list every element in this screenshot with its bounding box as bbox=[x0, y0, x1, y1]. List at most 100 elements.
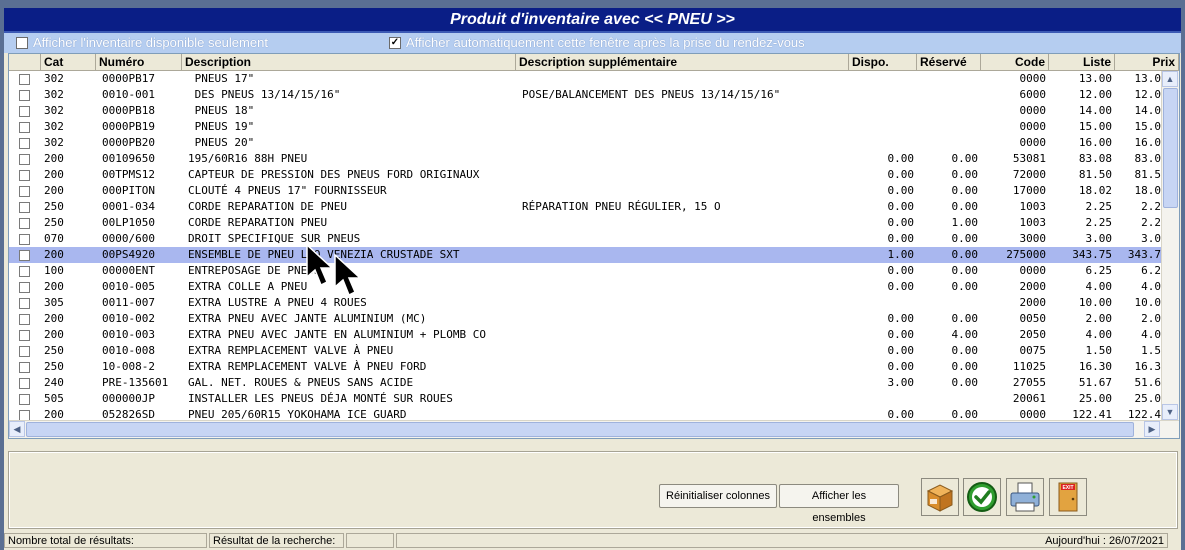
table-row[interactable]: 070 0000/600 DROIT SPECIFIQUE SUR PNEUS 0.0… bbox=[9, 231, 1161, 247]
row-checkbox[interactable] bbox=[19, 266, 30, 277]
cell-num: 0010-003 bbox=[102, 328, 155, 341]
cell-cat: 070 bbox=[44, 232, 64, 245]
scroll-down-button[interactable]: ▼ bbox=[1162, 404, 1178, 420]
table-row[interactable]: 302 0000PB19 PNEUS 19" 0000 15.00 15.0 bbox=[9, 119, 1161, 135]
cell-cat: 250 bbox=[44, 200, 64, 213]
column-header-reserve[interactable]: Réservé bbox=[917, 54, 981, 70]
column-header-liste[interactable]: Liste bbox=[1049, 54, 1115, 70]
accept-button[interactable] bbox=[963, 478, 1001, 516]
table-row[interactable]: 250 0010-008 EXTRA REMPLACEMENT VALVE À PN… bbox=[9, 343, 1161, 359]
row-checkbox[interactable] bbox=[19, 106, 30, 117]
table-row[interactable]: 302 0000PB18 PNEUS 18" 0000 14.00 14.0 bbox=[9, 103, 1161, 119]
cell-reserve bbox=[917, 71, 978, 87]
table-row[interactable]: 200 00109650 195/60R16 88H PNEU 0.00 0.00 530… bbox=[9, 151, 1161, 167]
exit-button[interactable]: EXIT bbox=[1049, 478, 1087, 516]
horizontal-scrollbar[interactable]: ◀ ▶ bbox=[9, 420, 1179, 438]
cell-num: 0010-008 bbox=[102, 344, 155, 357]
column-header-code[interactable]: Code bbox=[981, 54, 1049, 70]
cell-num: 00109650 bbox=[102, 152, 155, 165]
table-row[interactable]: 250 10-008-2 EXTRA REMPLACEMENT VALVE À PN… bbox=[9, 359, 1161, 375]
cell-desc2 bbox=[522, 151, 847, 167]
printer-icon bbox=[1010, 482, 1040, 512]
cell-prix: 4.0 bbox=[1141, 328, 1161, 341]
row-checkbox[interactable] bbox=[19, 298, 30, 309]
show-sets-button[interactable]: Afficher les ensembles bbox=[779, 484, 899, 524]
vertical-scrollbar[interactable]: ▲ ▼ bbox=[1161, 71, 1179, 420]
cell-desc: CLOUTÉ 4 PNEUS 17" FOURNISSEUR bbox=[188, 184, 387, 197]
cell-cat: 302 bbox=[44, 72, 64, 85]
cell-desc: EXTRA REMPLACEMENT VALVE À PNEU bbox=[188, 344, 394, 357]
cell-reserve: 0.00 bbox=[951, 264, 979, 277]
cell-desc: PNEUS 20" bbox=[188, 136, 255, 149]
cell-desc: 195/60R16 88H PNEU bbox=[188, 152, 308, 165]
row-checkbox[interactable] bbox=[19, 202, 30, 213]
row-checkbox[interactable] bbox=[19, 138, 30, 149]
column-header-cat[interactable]: Cat bbox=[41, 54, 96, 70]
row-checkbox[interactable] bbox=[19, 250, 30, 261]
cell-num: 0000PB20 bbox=[102, 136, 155, 149]
row-checkbox[interactable] bbox=[19, 74, 30, 85]
cell-dispo bbox=[849, 103, 914, 119]
cell-prix: 2.0 bbox=[1141, 312, 1161, 325]
auto-show-option[interactable]: ✓ Afficher automatiquement cette fenêtre … bbox=[389, 36, 805, 51]
package-button[interactable] bbox=[921, 478, 959, 516]
cell-prix: 81.5 bbox=[1134, 168, 1162, 181]
table-row[interactable]: 200 000PITON CLOUTÉ 4 PNEUS 17" FOURNISSEU… bbox=[9, 183, 1161, 199]
row-checkbox[interactable] bbox=[19, 362, 30, 373]
reset-columns-button[interactable]: Réinitialiser colonnes bbox=[659, 484, 777, 508]
column-header-description[interactable]: Description bbox=[182, 54, 516, 70]
table-row[interactable]: 302 0000PB20 PNEUS 20" 0000 16.00 16.0 bbox=[9, 135, 1161, 151]
table-row[interactable]: 200 0010-003 EXTRA PNEU AVEC JANTE EN ALUM… bbox=[9, 327, 1161, 343]
cell-prix: 10.0 bbox=[1134, 296, 1162, 309]
cell-code: 72000 bbox=[1012, 168, 1046, 181]
table-row[interactable]: 305 0011-007 EXTRA LUSTRE A PNEU 4 ROUES 20… bbox=[9, 295, 1161, 311]
table-row[interactable]: 200 0010-005 EXTRA COLLE A PNEU 0.00 0.00 200… bbox=[9, 279, 1161, 295]
row-checkbox[interactable] bbox=[19, 314, 30, 325]
row-checkbox[interactable] bbox=[19, 378, 30, 389]
table-row[interactable]: 240 PRE-135601 GAL. NET. ROUES & PNEUS SAN… bbox=[9, 375, 1161, 391]
column-header-description-supp[interactable]: Description supplémentaire bbox=[516, 54, 849, 70]
available-only-option[interactable]: Afficher l'inventaire disponible seuleme… bbox=[16, 36, 268, 51]
table-row[interactable]: 302 0010-001 DES PNEUS 13/14/15/16" POSE/B… bbox=[9, 87, 1161, 103]
row-checkbox[interactable] bbox=[19, 282, 30, 293]
cell-cat: 302 bbox=[44, 136, 64, 149]
available-only-checkbox[interactable] bbox=[16, 36, 28, 49]
auto-show-checkbox[interactable]: ✓ bbox=[389, 36, 401, 49]
cell-prix: 83.0 bbox=[1134, 152, 1162, 165]
print-button[interactable] bbox=[1006, 478, 1044, 516]
row-checkbox[interactable] bbox=[19, 90, 30, 101]
table-row[interactable]: 505 000000JP INSTALLER LES PNEUS DÉJA MONT… bbox=[9, 391, 1161, 407]
table-row[interactable]: 302 0000PB17 PNEUS 17" 0000 13.00 13.0 bbox=[9, 71, 1161, 87]
table-row[interactable]: 100 00000ENT ENTREPOSAGE DE PNEUS 0.00 0.00 0… bbox=[9, 263, 1161, 279]
row-checkbox[interactable] bbox=[19, 170, 30, 181]
cell-code: 1003 bbox=[1019, 216, 1047, 229]
column-header-numero[interactable]: Numéro bbox=[96, 54, 182, 70]
cell-prix: 343.7 bbox=[1127, 248, 1161, 261]
column-header-prix[interactable]: Prix bbox=[1115, 54, 1179, 70]
table-row[interactable]: 200 00TPMS12 CAPTEUR DE PRESSION DES PNEUS… bbox=[9, 167, 1161, 183]
column-header-check[interactable] bbox=[9, 54, 41, 70]
row-checkbox[interactable] bbox=[19, 330, 30, 341]
table-row[interactable]: 250 0001-034 CORDE REPARATION DE PNEU RÉPAR… bbox=[9, 199, 1161, 215]
vertical-scroll-thumb[interactable] bbox=[1163, 88, 1178, 208]
scroll-up-button[interactable]: ▲ bbox=[1162, 71, 1178, 87]
table-row[interactable]: 200 0010-002 EXTRA PNEU AVEC JANTE ALUMINI… bbox=[9, 311, 1161, 327]
row-checkbox[interactable] bbox=[19, 234, 30, 245]
scroll-left-button[interactable]: ◀ bbox=[9, 421, 25, 437]
cell-prix: 51.6 bbox=[1134, 376, 1162, 389]
scroll-right-button[interactable]: ▶ bbox=[1144, 421, 1160, 437]
cell-code: 2000 bbox=[1019, 280, 1047, 293]
table-row[interactable]: 250 00LP1050 CORDE REPARATION PNEU 0.00 1.00… bbox=[9, 215, 1161, 231]
cell-liste: 4.00 bbox=[1085, 280, 1113, 293]
horizontal-scroll-thumb[interactable] bbox=[26, 422, 1134, 437]
cell-desc2 bbox=[522, 391, 847, 407]
row-checkbox[interactable] bbox=[19, 154, 30, 165]
row-checkbox[interactable] bbox=[19, 218, 30, 229]
row-checkbox[interactable] bbox=[19, 186, 30, 197]
row-checkbox[interactable] bbox=[19, 394, 30, 405]
row-checkbox[interactable] bbox=[19, 122, 30, 133]
row-checkbox[interactable] bbox=[19, 346, 30, 357]
column-header-dispo[interactable]: Dispo. bbox=[849, 54, 917, 70]
cell-dispo: 0.00 bbox=[887, 168, 915, 181]
table-row[interactable]: 200 00PS4920 ENSEMBLE DE PNEU LKQ VENEZIA … bbox=[9, 247, 1161, 263]
